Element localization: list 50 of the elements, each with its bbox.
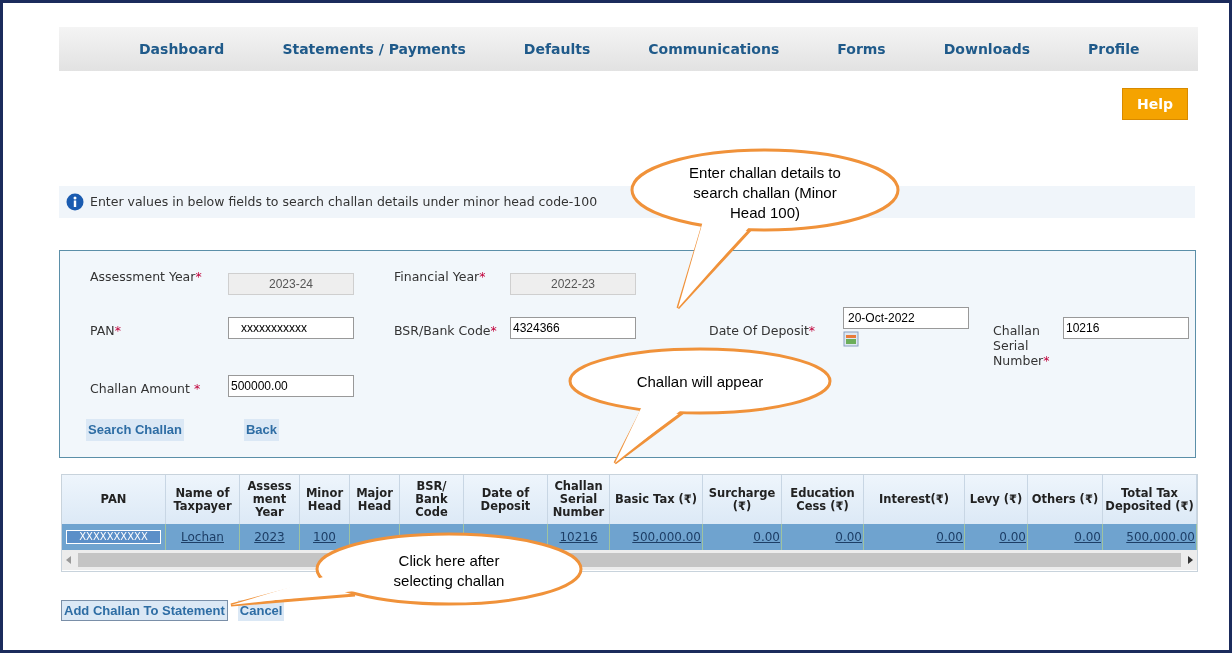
callout-text: Click here after selecting challan (392, 551, 506, 591)
required-mark: * (490, 323, 497, 338)
nav-tab[interactable]: Downloads (943, 38, 1031, 60)
nav-tab[interactable]: Dashboard (139, 38, 225, 60)
required-mark: * (479, 269, 486, 284)
nav-tab[interactable]: Forms (837, 38, 886, 60)
input-field[interactable]: 2022-23 (510, 273, 636, 295)
cell-link[interactable]: Lochan (181, 528, 224, 546)
cell-link[interactable]: 500,000.00 (1126, 528, 1195, 546)
cell-link[interactable]: 10216 (559, 528, 598, 546)
field-label: Challan Serial Number (993, 323, 1044, 368)
required-mark: * (193, 381, 201, 396)
field-label: Financial Year (394, 269, 480, 284)
nav-tab[interactable]: Statements / Payments (282, 38, 466, 60)
input-field[interactable]: 10216 (1063, 317, 1189, 339)
field-label: Date Of Deposit (709, 323, 809, 338)
cell-link[interactable]: 500,000.00 (632, 528, 701, 546)
cell-link[interactable]: 0.00 (936, 528, 963, 546)
action-button[interactable]: Add Challan To Statement (61, 600, 228, 621)
input-field[interactable]: xxxxxxxxxxx (228, 317, 354, 339)
field-label: BSR/Bank Code (394, 323, 491, 338)
cell-link[interactable]: 0.00 (835, 528, 862, 546)
callout-text: Challan will appear (635, 372, 765, 392)
cell-link[interactable]: 100 (313, 528, 336, 546)
required-mark: * (195, 269, 202, 284)
required-mark: * (114, 323, 121, 338)
field-label: Assessment Year (90, 269, 196, 284)
pan-link[interactable]: XXXXXXXXXX (66, 530, 161, 544)
input-field[interactable]: 2023-24 (228, 273, 354, 295)
action-button[interactable]: Search Challan (86, 419, 184, 441)
cell-link[interactable]: 0.00 (999, 528, 1026, 546)
required-mark: * (1043, 353, 1050, 368)
action-button[interactable]: Back (243, 419, 279, 441)
required-mark: * (808, 323, 816, 338)
cell-link[interactable]: 0.00 (1074, 528, 1101, 546)
info-icon (66, 193, 84, 211)
nav-tab[interactable]: Communications (648, 38, 780, 60)
input-field[interactable]: 500000.00 (228, 375, 354, 397)
input-field[interactable]: 4324366 (510, 317, 636, 339)
field-label: Challan Amount (90, 381, 191, 396)
cell-link[interactable]: 0.00 (753, 528, 780, 546)
calendar-icon[interactable] (843, 331, 859, 347)
input-field[interactable]: 20-Oct-2022 (843, 307, 969, 329)
table-row[interactable]: XXXXXXXXXX Lochan 2023 100 10216 500,000.00 0.00 0.00 0.00 0.00 0.00 500,000.00 (62, 524, 1197, 550)
callout-text: Enter challan details to search challan (Minor Head 100) (688, 163, 842, 223)
cell-link[interactable]: 2023 (254, 528, 285, 546)
nav-tab[interactable]: Defaults (523, 38, 591, 60)
field-label: PAN (90, 323, 115, 338)
nav-tab[interactable]: Profile (1088, 38, 1140, 60)
info-text: Enter values in below fields to search challan details under minor head code-100 (90, 192, 598, 211)
